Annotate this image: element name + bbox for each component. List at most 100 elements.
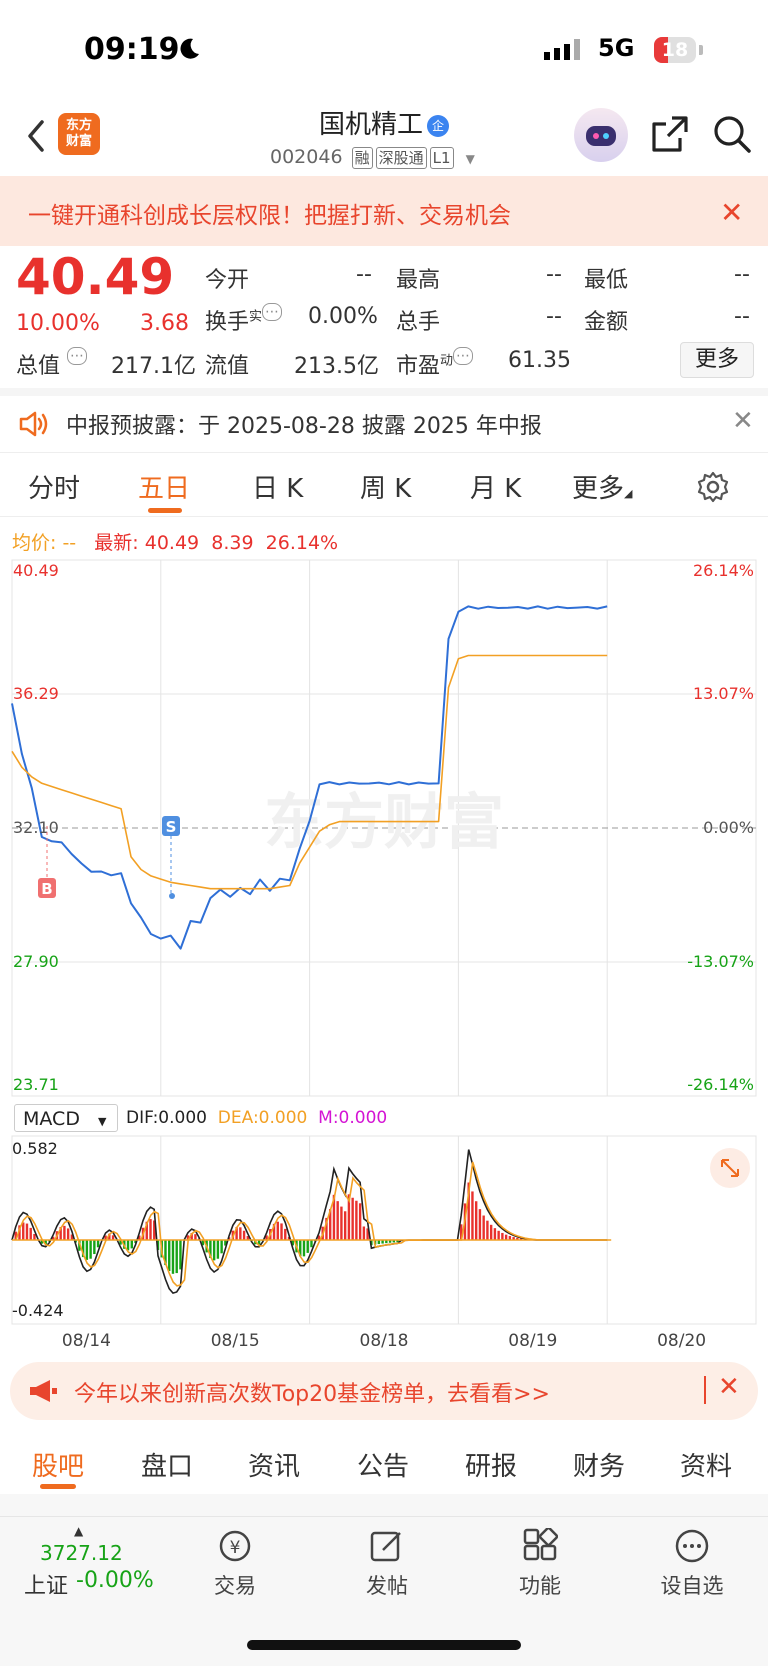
- index-name[interactable]: 上证: [24, 1568, 68, 1600]
- tab-five-day[interactable]: 五日: [138, 468, 190, 505]
- tab-finance[interactable]: 财务: [573, 1446, 625, 1483]
- trade-icon[interactable]: ¥: [215, 1528, 255, 1564]
- volume-label: 总手: [396, 304, 440, 336]
- megaphone-icon: [28, 1378, 58, 1404]
- low-value: --: [734, 262, 750, 287]
- macd-ymin: -0.424: [12, 1301, 64, 1320]
- tab-order-book[interactable]: 盘口: [141, 1446, 193, 1483]
- moon-icon: [176, 36, 202, 62]
- assistant-avatar[interactable]: [574, 108, 628, 162]
- macd-bar: [149, 1219, 151, 1240]
- macd-bar: [307, 1240, 309, 1253]
- nav-functions[interactable]: 功能: [495, 1570, 585, 1600]
- mktcap-label-text: 总值: [16, 354, 60, 379]
- turnover-label-text: 换手: [205, 310, 249, 335]
- high-value: --: [546, 262, 562, 287]
- tab-research[interactable]: 研报: [465, 1446, 517, 1483]
- info-icon[interactable]: ⋯: [67, 347, 87, 365]
- promo-text[interactable]: 今年以来创新高次数Top20基金榜单，去看看>>: [74, 1376, 550, 1408]
- macd-bar: [471, 1191, 473, 1240]
- float-label: 流值: [205, 348, 249, 380]
- more-dots-icon[interactable]: [674, 1528, 710, 1564]
- mktcap-label: 总值 ⋯: [16, 348, 87, 380]
- macd-bar: [168, 1240, 170, 1271]
- macd-bar: [26, 1224, 28, 1240]
- macd-bar: [217, 1240, 219, 1259]
- expand-icon[interactable]: [710, 1148, 750, 1188]
- tab-forum[interactable]: 股吧: [32, 1446, 84, 1483]
- macd-bar: [239, 1227, 241, 1240]
- macd-bar: [89, 1240, 91, 1259]
- tab-profile[interactable]: 资料: [680, 1446, 732, 1483]
- low-label: 最低: [584, 262, 628, 294]
- macd-bar: [179, 1240, 181, 1269]
- stock-subline: 002046 融深股通L1 ▼: [270, 146, 475, 169]
- nav-trade[interactable]: 交易: [190, 1570, 280, 1600]
- macd-bar: [344, 1211, 346, 1240]
- divider: [0, 388, 768, 396]
- macd-bar: [22, 1222, 24, 1240]
- gear-icon[interactable]: [696, 470, 730, 504]
- pe-label: 市盈动⋯: [396, 348, 473, 380]
- divider: [0, 452, 768, 453]
- y-tick-right: 13.07%: [693, 684, 754, 703]
- macd-bar: [501, 1233, 503, 1240]
- index-change[interactable]: -0.00%: [76, 1568, 154, 1593]
- macd-bar: [340, 1207, 342, 1240]
- post-icon[interactable]: [369, 1528, 405, 1564]
- functions-icon[interactable]: [522, 1528, 558, 1564]
- dropdown-icon[interactable]: ▼: [466, 152, 475, 166]
- tab-monthly-k[interactable]: 月 K: [470, 468, 521, 505]
- share-icon[interactable]: [650, 114, 690, 154]
- divider: [0, 516, 768, 517]
- close-icon[interactable]: ✕: [720, 196, 743, 229]
- info-icon[interactable]: ⋯: [453, 347, 473, 365]
- y-tick-left: 32.10: [13, 818, 59, 837]
- nav-post[interactable]: 发帖: [342, 1570, 432, 1600]
- macd-bar: [479, 1209, 481, 1240]
- tab-news[interactable]: 资讯: [248, 1446, 300, 1483]
- macd-bar: [243, 1231, 245, 1240]
- search-icon[interactable]: [712, 114, 752, 154]
- macd-chart[interactable]: 0.582 -0.424 08/1408/1508/1808/1908/20: [0, 1090, 768, 1352]
- tab-weekly-k[interactable]: 周 K: [360, 468, 411, 505]
- macd-bar: [505, 1235, 507, 1240]
- close-icon[interactable]: ✕: [732, 406, 754, 436]
- notice-text[interactable]: 中报预披露：于 2025-08-28 披露 2025 年中报: [66, 408, 542, 440]
- macd-bar: [336, 1201, 338, 1240]
- tab-announcements[interactable]: 公告: [357, 1446, 409, 1483]
- volume-value: --: [546, 304, 562, 329]
- more-button[interactable]: 更多: [680, 342, 754, 378]
- pe-sup: 动: [440, 354, 453, 369]
- macd-bar: [127, 1240, 129, 1250]
- promo-divider: [704, 1376, 706, 1404]
- macd-bar: [63, 1226, 65, 1240]
- macd-bar: [97, 1240, 99, 1247]
- y-tick-right: 0.00%: [703, 818, 754, 837]
- divider: [0, 1494, 768, 1516]
- macd-bar: [494, 1228, 496, 1240]
- macd-ymax: 0.582: [12, 1139, 58, 1158]
- index-value[interactable]: 3727.12: [40, 1541, 123, 1565]
- active-tab-indicator: [40, 1484, 76, 1489]
- banner-text[interactable]: 一键开通科创成长层权限！把握打新、交易机会: [28, 196, 511, 230]
- tab-daily-k[interactable]: 日 K: [252, 468, 303, 505]
- change-amount: 3.68: [140, 311, 189, 336]
- svg-text:¥: ¥: [230, 1538, 241, 1558]
- macd-bar: [284, 1229, 286, 1240]
- macd-bar: [131, 1240, 133, 1248]
- info-icon[interactable]: ⋯: [262, 303, 282, 321]
- tab-intraday[interactable]: 分时: [28, 468, 80, 505]
- home-indicator: [247, 1640, 521, 1650]
- macd-bar: [277, 1222, 279, 1240]
- tag-margin: 融: [352, 147, 373, 169]
- nav-add-watchlist[interactable]: 设自选: [647, 1570, 737, 1600]
- tab-more[interactable]: 更多◢: [572, 468, 632, 505]
- float-value: 213.5亿: [294, 348, 379, 380]
- close-icon[interactable]: ✕: [718, 1372, 740, 1402]
- tab-more-label: 更多: [572, 474, 624, 504]
- macd-bar: [176, 1240, 178, 1273]
- macd-bar: [220, 1240, 222, 1253]
- amount-label: 金额: [584, 304, 628, 336]
- price-chart[interactable]: 东方财富 40.4926.14%36.2913.07%32.100.00%27.…: [0, 548, 768, 1098]
